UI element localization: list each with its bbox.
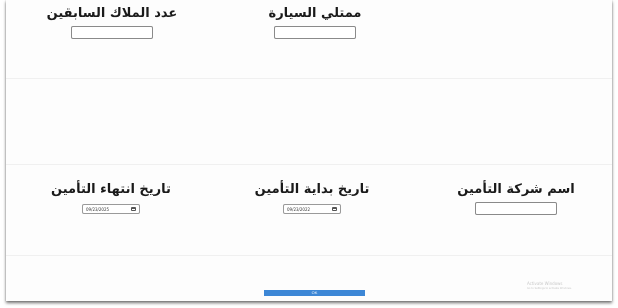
insurance-company-label: اسم شركة التأمين (457, 182, 575, 197)
insurance-company-field: اسم شركة التأمين (441, 182, 591, 215)
insurance-end-date-input[interactable]: 09/23/2025 (82, 204, 140, 214)
car-owner-label: ممتلي السيارة (268, 6, 362, 21)
insurance-end-date-value: 09/23/2025 (86, 206, 110, 212)
calendar-icon[interactable] (332, 207, 337, 211)
insurance-company-input[interactable] (475, 202, 557, 215)
activate-windows-watermark: Activate Windows Go to Settings to activ… (527, 281, 572, 291)
divider (6, 164, 612, 165)
insurance-start-date-value: 09/23/2022 (287, 206, 311, 212)
ok-button[interactable]: OK (264, 290, 365, 296)
previous-owners-input[interactable] (71, 26, 153, 39)
previous-owners-field: عدد الملاك السابقين (37, 6, 187, 39)
divider (6, 255, 612, 256)
watermark-subtitle: Go to Settings to activate Windows. (527, 287, 572, 290)
car-owner-field: ممتلي السيارة (240, 6, 390, 39)
previous-owners-label: عدد الملاك السابقين (46, 6, 178, 21)
page: عدد الملاك السابقين ممتلي السيارة تاريخ … (0, 0, 618, 308)
insurance-end-date-field: تاريخ انتهاء التأمين 09/23/2025 (36, 182, 186, 214)
calendar-icon[interactable] (131, 207, 136, 211)
insurance-start-date-field: تاريخ بداية التأمين 09/23/2022 (237, 182, 387, 214)
insurance-end-date-label: تاريخ انتهاء التأمين (51, 182, 171, 197)
car-owner-input[interactable] (274, 26, 356, 39)
insurance-start-date-label: تاريخ بداية التأمين (254, 182, 370, 197)
insurance-start-date-input[interactable]: 09/23/2022 (283, 204, 341, 214)
divider (6, 78, 612, 79)
